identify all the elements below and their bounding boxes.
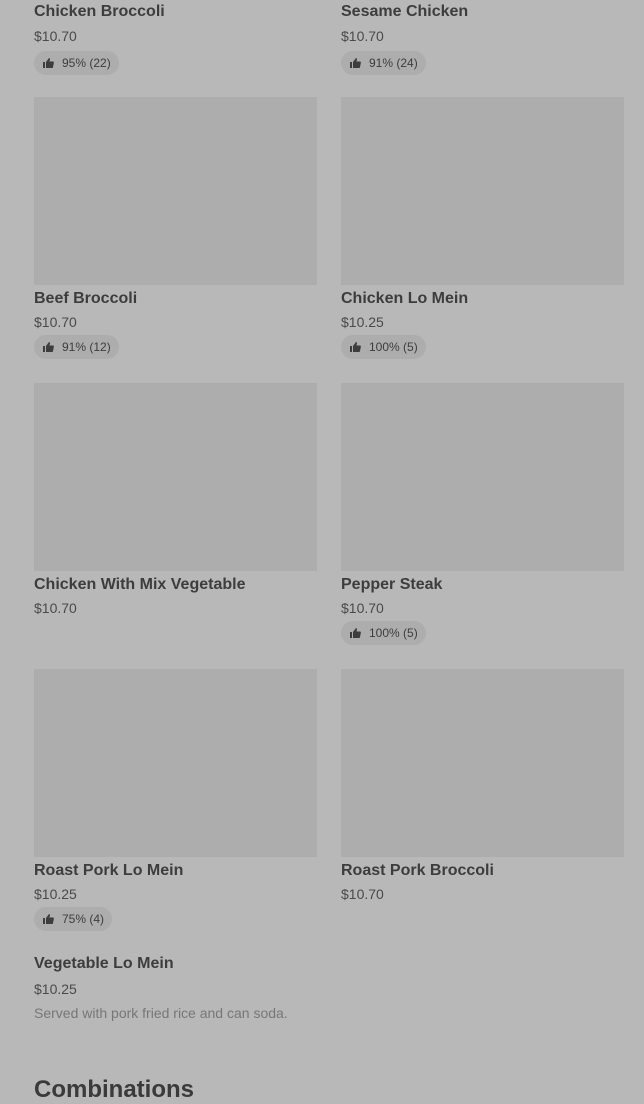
item-price: $10.70 bbox=[34, 600, 77, 616]
item-name: Pepper Steak bbox=[341, 576, 443, 593]
thumbs-up-icon bbox=[43, 58, 54, 68]
rating-text: 95% (22) bbox=[62, 56, 111, 70]
item-price: $10.70 bbox=[341, 28, 384, 44]
rating-badge: 100% (5) bbox=[341, 335, 426, 359]
item-image bbox=[34, 669, 317, 857]
item-name: Chicken Broccoli bbox=[34, 3, 165, 20]
rating-badge: 91% (24) bbox=[341, 51, 426, 75]
menu-item-card[interactable]: Sesame Chicken $10.70 91% (24) bbox=[341, 2, 624, 75]
item-name: Roast Pork Broccoli bbox=[341, 862, 494, 879]
item-price: $10.25 bbox=[34, 981, 77, 997]
menu-item-card[interactable]: Chicken With Mix Vegetable $10.70 bbox=[34, 383, 317, 617]
item-price: $10.70 bbox=[341, 600, 384, 616]
item-image bbox=[34, 97, 317, 285]
rating-text: 91% (24) bbox=[369, 56, 418, 70]
item-price: $10.25 bbox=[341, 314, 384, 330]
item-price: $10.70 bbox=[34, 28, 77, 44]
menu-item-card[interactable]: Chicken Lo Mein $10.25 100% (5) bbox=[341, 97, 624, 359]
item-image bbox=[341, 669, 624, 857]
rating-text: 75% (4) bbox=[62, 912, 105, 926]
thumbs-up-icon bbox=[43, 914, 54, 924]
rating-badge: 95% (22) bbox=[34, 51, 119, 75]
item-name: Sesame Chicken bbox=[341, 3, 469, 20]
menu-item-card[interactable]: Beef Broccoli $10.70 91% (12) bbox=[34, 97, 317, 359]
thumbs-up-icon bbox=[43, 342, 54, 352]
rating-text: 91% (12) bbox=[62, 340, 111, 354]
item-name: Chicken Lo Mein bbox=[341, 290, 469, 307]
menu-item-card[interactable]: Pepper Steak $10.70 100% (5) bbox=[341, 383, 624, 645]
section-title: Combinations bbox=[34, 1076, 194, 1103]
rating-badge: 100% (5) bbox=[341, 621, 426, 645]
thumbs-up-icon bbox=[350, 628, 361, 638]
item-description: Served with pork fried rice and can soda… bbox=[34, 1005, 288, 1021]
menu-item-card[interactable]: Roast Pork Broccoli $10.70 bbox=[341, 669, 624, 903]
item-name: Chicken With Mix Vegetable bbox=[34, 576, 246, 593]
item-name: Roast Pork Lo Mein bbox=[34, 862, 184, 879]
thumbs-up-icon bbox=[350, 342, 361, 352]
rating-text: 100% (5) bbox=[369, 340, 418, 354]
menu-item-card[interactable]: Roast Pork Lo Mein $10.25 75% (4) bbox=[34, 669, 317, 931]
rating-badge: 75% (4) bbox=[34, 907, 113, 931]
item-image bbox=[34, 383, 317, 571]
menu-item-card[interactable]: Vegetable Lo Mein $10.25 Served with por… bbox=[34, 954, 434, 1022]
item-price: $10.70 bbox=[341, 886, 384, 902]
item-image bbox=[341, 383, 624, 571]
rating-text: 100% (5) bbox=[369, 626, 418, 640]
item-price: $10.70 bbox=[34, 314, 77, 330]
rating-badge: 91% (12) bbox=[34, 335, 119, 359]
item-name: Vegetable Lo Mein bbox=[34, 955, 174, 972]
thumbs-up-icon bbox=[350, 58, 361, 68]
item-name: Beef Broccoli bbox=[34, 290, 138, 307]
item-image bbox=[341, 97, 624, 285]
item-price: $10.25 bbox=[34, 886, 77, 902]
menu-item-card[interactable]: Chicken Broccoli $10.70 95% (22) bbox=[34, 2, 317, 75]
